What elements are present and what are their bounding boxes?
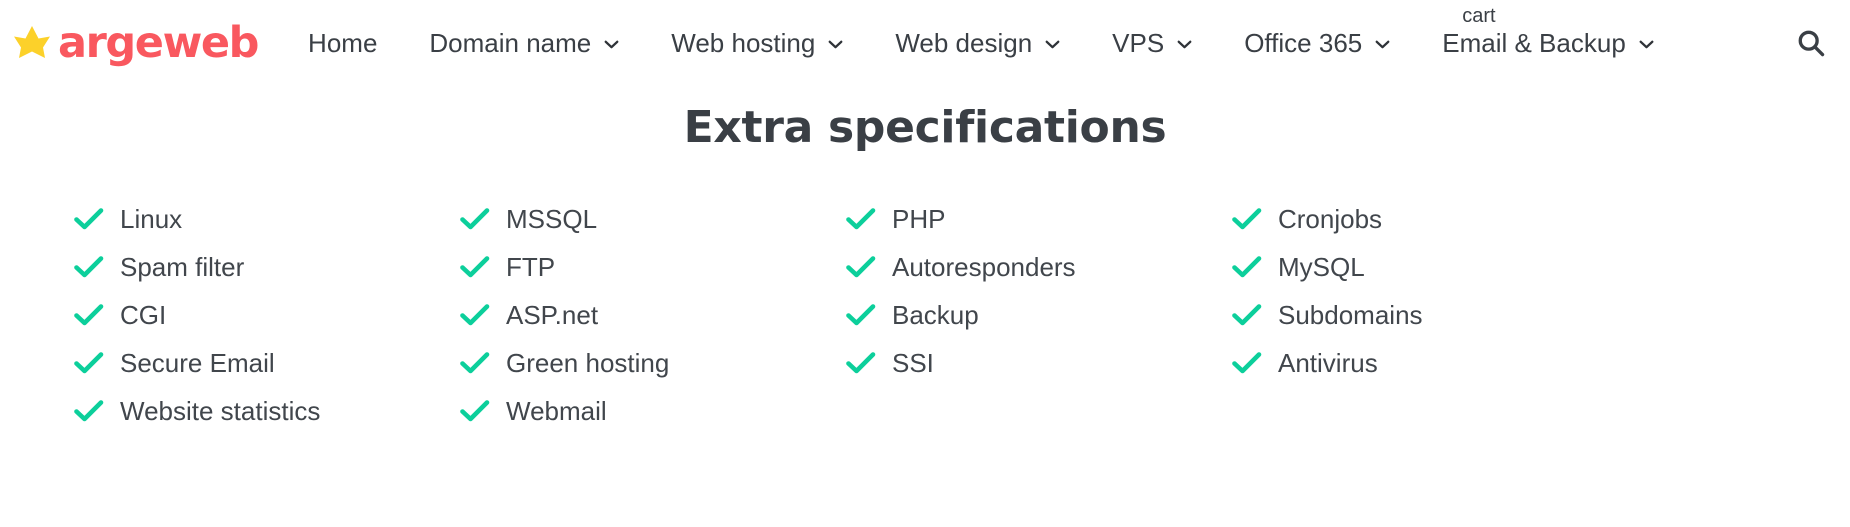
list-item-label: Antivirus xyxy=(1278,347,1378,378)
list-item-label: PHP xyxy=(892,203,946,234)
list-item-label: CGI xyxy=(120,299,167,330)
chevron-down-icon xyxy=(1177,40,1192,48)
list-item-label: Website statistics xyxy=(120,395,321,426)
check-icon xyxy=(74,207,104,230)
check-icon xyxy=(846,351,876,374)
list-item: Website statistics xyxy=(74,387,460,435)
list-item-label: SSI xyxy=(892,347,934,378)
check-icon xyxy=(1232,351,1262,374)
list-item: Cronjobs xyxy=(1232,195,1618,243)
list-item: Backup xyxy=(846,291,1232,339)
list-item: MSSQL xyxy=(460,195,846,243)
extra-specifications-section: Extra specifications Linux Spam filter C… xyxy=(0,86,1850,435)
check-icon xyxy=(1232,255,1262,278)
nav-label: VPS xyxy=(1112,28,1165,58)
star-icon xyxy=(14,26,50,58)
check-icon xyxy=(846,303,876,326)
nav-label: Domain name xyxy=(429,28,592,58)
check-icon xyxy=(460,207,490,230)
chevron-down-icon xyxy=(604,40,619,48)
nav-item-home[interactable]: Home xyxy=(308,30,377,56)
chevron-down-icon xyxy=(1375,40,1390,48)
list-item-label: Green hosting xyxy=(506,347,670,378)
check-icon xyxy=(846,255,876,278)
list-item-label: Backup xyxy=(892,299,979,330)
nav-item-office-365[interactable]: Office 365 xyxy=(1244,30,1390,56)
page-title: Extra specifications xyxy=(683,102,1167,153)
list-item-label: ASP.net xyxy=(506,299,599,330)
nav-item-web-design[interactable]: Web design xyxy=(895,30,1060,56)
check-icon xyxy=(460,351,490,374)
check-icon xyxy=(460,255,490,278)
list-item: SSI xyxy=(846,339,1232,387)
check-icon xyxy=(1232,303,1262,326)
specifications-column-4: Cronjobs MySQL Subdomains Antivirus xyxy=(1232,195,1618,435)
list-item-label: Webmail xyxy=(506,395,607,426)
nav-label: Web hosting xyxy=(671,28,816,58)
list-item: Linux xyxy=(74,195,460,243)
specifications-column-1: Linux Spam filter CGI Secure Email Websi… xyxy=(74,195,460,435)
nav-item-email-and-backup[interactable]: cart Email & Backup xyxy=(1442,6,1654,58)
list-item: Spam filter xyxy=(74,243,460,291)
list-item: MySQL xyxy=(1232,243,1618,291)
check-icon xyxy=(74,255,104,278)
list-item: Green hosting xyxy=(460,339,846,387)
check-icon xyxy=(460,399,490,422)
list-item-label: Linux xyxy=(120,203,183,234)
list-item-label: Cronjobs xyxy=(1278,203,1383,234)
chevron-down-icon xyxy=(1045,40,1060,48)
search-icon xyxy=(1798,30,1825,57)
list-item-label: MSSQL xyxy=(506,203,598,234)
list-item-label: Autoresponders xyxy=(892,251,1076,282)
list-item: PHP xyxy=(846,195,1232,243)
list-item-label: FTP xyxy=(506,251,556,282)
nav-item-domain-name[interactable]: Domain name xyxy=(429,30,619,56)
specifications-column-2: MSSQL FTP ASP.net Green hosting Webmail xyxy=(460,195,846,435)
chevron-down-icon xyxy=(1639,40,1654,48)
check-icon xyxy=(460,303,490,326)
check-icon xyxy=(74,399,104,422)
list-item-label: Spam filter xyxy=(120,251,245,282)
site-header: argeweb Home Domain name Web hosting Web… xyxy=(0,0,1850,86)
list-item-label: Subdomains xyxy=(1278,299,1423,330)
check-icon xyxy=(1232,207,1262,230)
list-item: Webmail xyxy=(460,387,846,435)
nav-label: Office 365 xyxy=(1244,28,1363,58)
list-item-label: MySQL xyxy=(1278,251,1365,282)
check-icon xyxy=(846,207,876,230)
specifications-grid: Linux Spam filter CGI Secure Email Websi… xyxy=(0,195,1850,435)
list-item: Secure Email xyxy=(74,339,460,387)
check-icon xyxy=(74,351,104,374)
search-button[interactable] xyxy=(1794,26,1828,60)
nav-label: Web design xyxy=(895,28,1033,58)
nav-item-vps[interactable]: VPS xyxy=(1112,30,1192,56)
logo-link[interactable]: argeweb xyxy=(12,17,259,68)
chevron-down-icon xyxy=(828,40,843,48)
list-item: Autoresponders xyxy=(846,243,1232,291)
list-item-label: Secure Email xyxy=(120,347,275,378)
list-item: CGI xyxy=(74,291,460,339)
main-navigation: Home Domain name Web hosting Web design … xyxy=(308,0,1794,86)
nav-label: Email & Backup xyxy=(1442,28,1626,58)
nav-item-web-hosting[interactable]: Web hosting xyxy=(671,30,843,56)
nav-label: Home xyxy=(308,28,378,58)
cart-label[interactable]: cart xyxy=(1462,6,1495,26)
check-icon xyxy=(74,303,104,326)
specifications-column-3: PHP Autoresponders Backup SSI xyxy=(846,195,1232,435)
logo-wordmark: argeweb xyxy=(58,17,259,68)
list-item: FTP xyxy=(460,243,846,291)
list-item: Antivirus xyxy=(1232,339,1618,387)
list-item: Subdomains xyxy=(1232,291,1618,339)
list-item: ASP.net xyxy=(460,291,846,339)
